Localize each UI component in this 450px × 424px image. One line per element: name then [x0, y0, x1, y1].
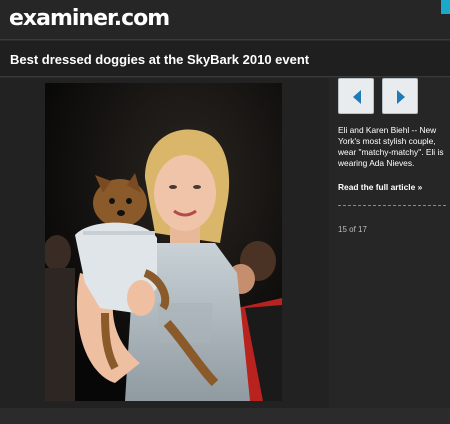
read-full-article-link[interactable]: Read the full article » — [338, 182, 422, 192]
next-slide-button[interactable] — [382, 78, 418, 114]
chevron-right-icon — [397, 90, 405, 104]
photo-frame — [0, 78, 329, 408]
chevron-left-icon — [353, 90, 361, 104]
slideshow-photo[interactable] — [45, 83, 282, 401]
divider — [338, 205, 446, 206]
photo-illustration — [45, 83, 282, 401]
slideshow-main: Eli and Karen Biehl -- New York's most s… — [0, 78, 450, 408]
slide-counter: 15 of 17 — [338, 225, 367, 234]
slideshow-title: Best dressed doggies at the SkyBark 2010… — [10, 52, 310, 67]
prev-slide-button[interactable] — [338, 78, 374, 114]
page-footer — [0, 408, 450, 424]
site-header: examiner.com — [0, 0, 450, 40]
slide-caption: Eli and Karen Biehl -- New York's most s… — [338, 125, 444, 168]
slideshow-title-bar: Best dressed doggies at the SkyBark 2010… — [0, 41, 450, 77]
corner-tab — [441, 0, 450, 14]
examiner-logo[interactable]: examiner.com — [9, 6, 170, 31]
slideshow-side-panel: Eli and Karen Biehl -- New York's most s… — [329, 78, 450, 408]
